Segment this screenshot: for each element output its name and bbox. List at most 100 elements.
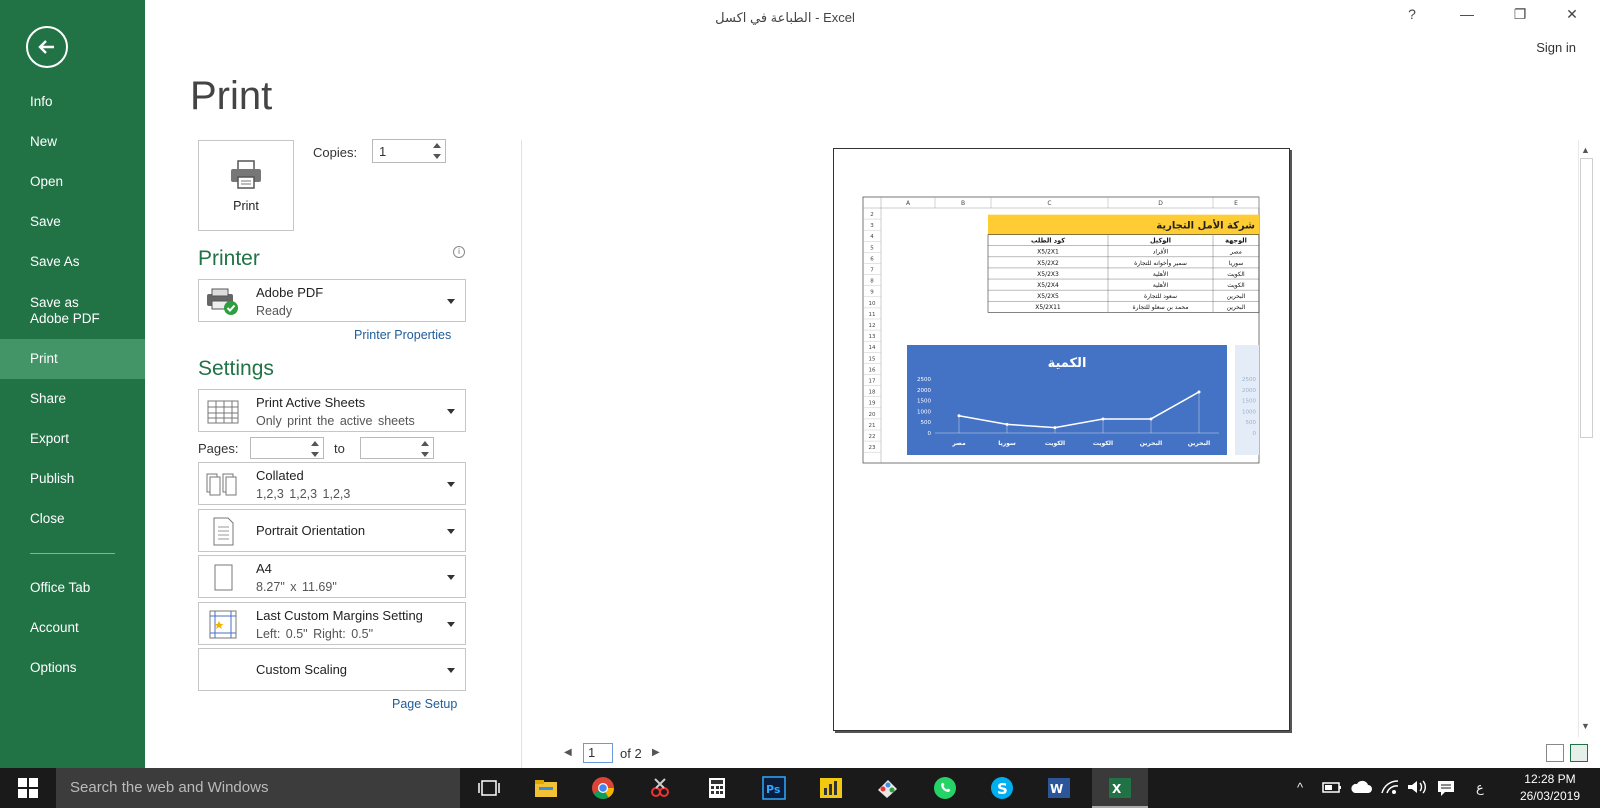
nav-save[interactable]: Save (0, 202, 145, 242)
nav-save-as-adobe-pdf[interactable]: Save as Adobe PDF (0, 282, 145, 339)
sign-in-link[interactable]: Sign in (1536, 40, 1576, 55)
nav-close[interactable]: Close (0, 499, 145, 539)
zoom-to-page-icon[interactable] (1570, 744, 1588, 762)
start-button[interactable] (0, 768, 56, 808)
previous-page-icon[interactable]: ◀ (564, 747, 572, 758)
second-chart-y-tick: 0 (1253, 431, 1257, 437)
printer-dropdown[interactable]: Adobe PDF Ready (198, 279, 466, 322)
power-bi-icon[interactable] (818, 776, 844, 800)
collation-dropdown[interactable]: Collated 1,2,3 1,2,3 1,2,3 (198, 462, 466, 505)
y-tick-label: 500 (921, 420, 932, 426)
table-cell: سعود للتجارة (1144, 293, 1177, 300)
print-button[interactable]: Print (198, 140, 294, 231)
pages-to-input[interactable] (360, 437, 434, 459)
page-setup-link[interactable]: Page Setup (392, 697, 457, 711)
scroll-up-icon[interactable]: ▲ (1581, 145, 1590, 155)
copies-label: Copies: (313, 145, 358, 160)
photoshop-icon[interactable]: Ps (761, 776, 787, 800)
orientation-dropdown[interactable]: Portrait Orientation (198, 509, 466, 552)
table-cell: X5/2X5 (1037, 293, 1059, 300)
scroll-down-icon[interactable]: ▼ (1581, 721, 1590, 731)
print-what-dropdown[interactable]: Print Active Sheets Only print the activ… (198, 389, 466, 432)
whatsapp-icon[interactable] (932, 776, 958, 800)
nav-open[interactable]: Open (0, 162, 145, 202)
chevron-down-icon (447, 575, 455, 580)
nav-separator (30, 553, 115, 554)
nav-save-as[interactable]: Save As (0, 242, 145, 282)
margins-dropdown[interactable]: Last Custom Margins Setting Left: 0.5" R… (198, 602, 466, 645)
table-cell: X5/2X3 (1037, 271, 1059, 278)
nav-new[interactable]: New (0, 122, 145, 162)
system-clock[interactable]: 12:28 PM 26/03/2019 (1520, 771, 1580, 805)
calculator-icon[interactable] (704, 776, 730, 800)
chrome-icon[interactable] (590, 776, 616, 800)
copies-value: 1 (379, 144, 387, 159)
minimize-button[interactable]: — (1455, 6, 1479, 22)
y-tick-label: 2000 (917, 388, 931, 394)
show-margins-icon[interactable] (1546, 744, 1564, 762)
pages-from-spin-icon[interactable] (310, 440, 320, 458)
snipping-tool-icon[interactable] (647, 776, 673, 800)
collated-pages-icon (206, 473, 237, 496)
clock-time: 12:28 PM (1524, 772, 1576, 786)
excel-icon[interactable]: X (1107, 776, 1133, 800)
chart-title: الكمية (1048, 356, 1087, 371)
nav-options[interactable]: Options (0, 648, 145, 688)
scaling-dropdown[interactable]: Custom Scaling (198, 648, 466, 691)
nav-office-tab[interactable]: Office Tab (0, 568, 145, 608)
second-chart-y-tick: 2500 (1242, 377, 1256, 383)
copies-spinner[interactable]: 1 (372, 139, 446, 163)
volume-icon[interactable] (1406, 779, 1428, 795)
battery-icon[interactable] (1322, 779, 1342, 795)
column-header-label: E (1234, 200, 1238, 207)
help-button[interactable]: ? (1400, 6, 1424, 22)
sheet-preview: A B C D E23456789101112131415161718192021222… (862, 196, 1260, 464)
x-tick-label: البحرين (1188, 440, 1210, 447)
current-page-input[interactable]: 1 (583, 743, 613, 763)
table-cell: البحرين (1227, 293, 1246, 300)
pages-to-spin-icon[interactable] (420, 440, 430, 458)
task-view-icon[interactable] (476, 776, 502, 800)
paint-app-icon[interactable] (875, 776, 901, 800)
back-button[interactable] (26, 26, 68, 68)
backstage-sidebar: Info New Open Save Save As Save as Adobe… (0, 0, 145, 768)
column-header-label: C (1047, 200, 1051, 207)
info-icon[interactable]: i (453, 246, 465, 258)
pages-from-input[interactable] (250, 437, 324, 459)
show-hidden-icons-icon[interactable]: ^ (1297, 780, 1303, 795)
wifi-icon[interactable] (1380, 779, 1400, 795)
printer-properties-link[interactable]: Printer Properties (354, 328, 451, 342)
close-button[interactable]: ✕ (1560, 6, 1584, 23)
nav-account[interactable]: Account (0, 608, 145, 648)
x-tick-label: مصر (951, 440, 966, 447)
copies-spin-arrows-icon[interactable] (432, 142, 442, 160)
taskbar-search[interactable]: Search the web and Windows (56, 768, 460, 808)
chart-data-point (1197, 390, 1201, 394)
nav-print[interactable]: Print (0, 339, 145, 379)
input-language[interactable]: ع (1476, 780, 1484, 796)
row-number-label: 2 (870, 212, 874, 218)
action-center-icon[interactable] (1436, 779, 1456, 797)
table-header-cell: كود الطلب (1031, 237, 1065, 245)
onedrive-cloud-icon[interactable] (1350, 779, 1372, 795)
word-icon[interactable]: W (1046, 776, 1072, 800)
nav-share[interactable]: Share (0, 379, 145, 419)
nav-export[interactable]: Export (0, 419, 145, 459)
next-page-icon[interactable]: ▶ (652, 747, 660, 758)
nav-publish[interactable]: Publish (0, 459, 145, 499)
nav-info[interactable]: Info (0, 82, 145, 122)
pane-divider (521, 140, 522, 768)
skype-icon[interactable]: S (989, 776, 1015, 800)
scaling-title: Custom Scaling (256, 662, 348, 677)
scrollbar-thumb[interactable] (1580, 158, 1593, 438)
chevron-down-icon (447, 529, 455, 534)
page-title: Print (190, 74, 273, 118)
row-number-label: 7 (870, 268, 874, 274)
printer-heading: Printer (198, 247, 260, 270)
file-explorer-icon[interactable] (533, 776, 559, 800)
restore-button[interactable]: ❐ (1508, 6, 1532, 23)
paper-size-dropdown[interactable]: A4 8.27" x 11.69" (198, 555, 466, 598)
y-tick-label: 1500 (917, 399, 931, 405)
row-number-label: 13 (869, 334, 876, 340)
orientation-title: Portrait Orientation (256, 523, 366, 538)
